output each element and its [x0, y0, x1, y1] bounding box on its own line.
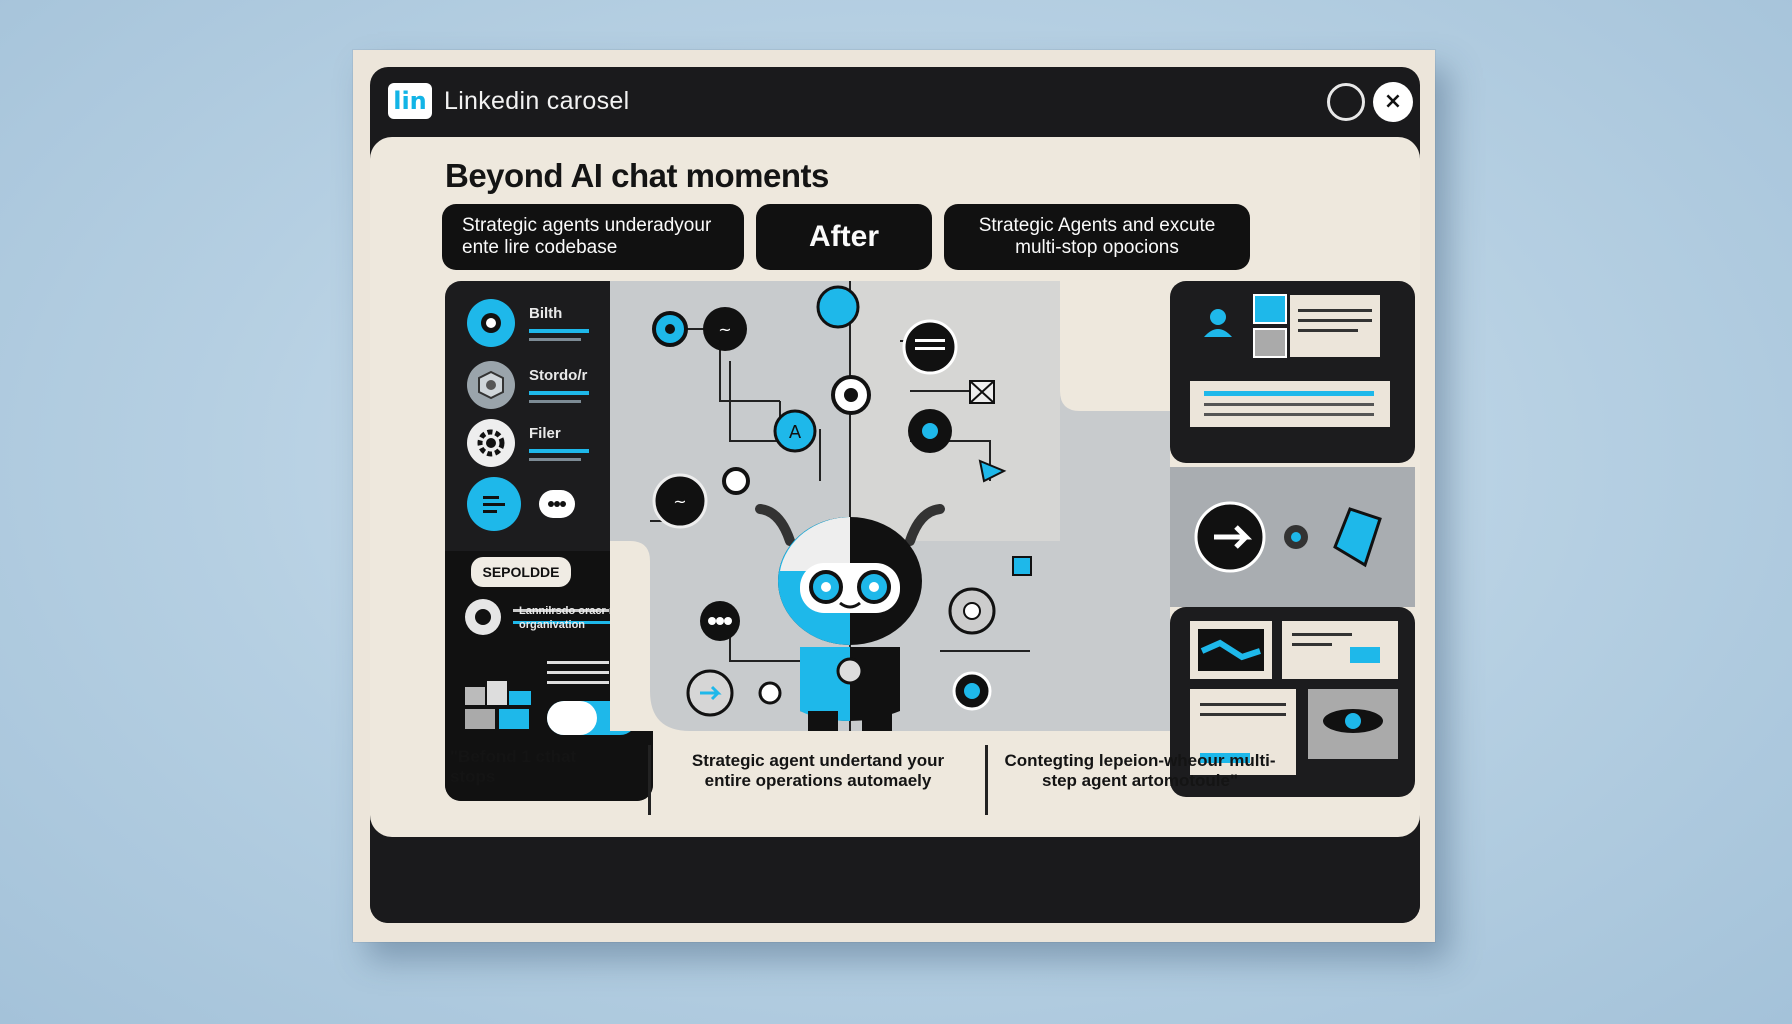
chat-bubble-icon — [539, 490, 575, 518]
pill-after: After — [756, 204, 932, 270]
sidebar-item-filer[interactable]: Filer — [467, 419, 589, 467]
app-window: lin Linkedin carosel × Beyond AI chat mo… — [370, 67, 1420, 923]
dashboard-illustration — [1190, 294, 1390, 427]
svg-text:~: ~ — [718, 320, 731, 339]
sidebar-bar — [529, 329, 589, 333]
menu-icon — [467, 477, 521, 531]
slide-heading: Beyond AI chat moments — [445, 157, 829, 194]
right-top-panel — [1170, 281, 1415, 463]
close-button[interactable]: × — [1373, 82, 1413, 122]
target-icon — [467, 299, 515, 347]
sidebar-bar — [529, 458, 581, 461]
window-title: Linkedin carosel — [444, 87, 630, 115]
caption-left: "Befond 1 cthat stops — [450, 747, 577, 787]
footer-bar — [370, 837, 1420, 923]
sidebar-bar — [529, 338, 581, 341]
svg-text:A: A — [789, 422, 802, 443]
caption-divider — [985, 745, 988, 815]
caption-center: Strategic agent undertand your entire op… — [691, 751, 945, 791]
sidebar-item-label: Stordo/r — [529, 367, 588, 384]
carousel-card: lin Linkedin carosel × Beyond AI chat mo… — [353, 50, 1435, 942]
sidebar-item-label: Bilth — [529, 305, 563, 322]
sidebar-bar — [529, 449, 589, 453]
title-bar: lin Linkedin carosel × — [370, 67, 1420, 137]
caption-right: Contegting lepeion-wheour multi-step age… — [1004, 751, 1276, 791]
pill-agents: Strategic Agents and excute multi-stop o… — [944, 204, 1250, 270]
pill-after-text: After — [808, 219, 879, 253]
sidebar-bar — [529, 391, 589, 395]
minimize-circle-button[interactable] — [1327, 83, 1365, 121]
section-badge: SEPOLDDE — [471, 557, 571, 587]
slide-content: Beyond AI chat moments Strategic agents … — [370, 137, 1420, 837]
linkedin-logo-icon: lin — [388, 83, 432, 119]
gear-icon — [467, 419, 515, 467]
sidebar-bar — [529, 400, 581, 403]
caption-divider — [648, 745, 651, 815]
sidebar-item-label: Filer — [529, 425, 561, 442]
pill-before: Strategic agents underadyour ente lire c… — [442, 204, 744, 270]
sidebar-item-menu[interactable] — [467, 477, 575, 531]
agent-flow-diagram: ~ A ~ — [610, 281, 1170, 731]
sidebar-item-bilth[interactable]: Bilth — [467, 299, 589, 347]
center-diagram: ~ A ~ — [610, 281, 1170, 801]
pill-agents-text: Strategic Agents and excute multi-stop o… — [978, 215, 1216, 258]
sidebar-item-stordo[interactable]: Stordo/r — [467, 361, 589, 409]
process-illustration — [1194, 501, 1382, 573]
svg-text:~: ~ — [673, 492, 686, 511]
shield-icon — [467, 361, 515, 409]
right-mid-panel — [1170, 467, 1415, 607]
pill-before-text: Strategic agents underadyour ente lire c… — [462, 215, 712, 258]
